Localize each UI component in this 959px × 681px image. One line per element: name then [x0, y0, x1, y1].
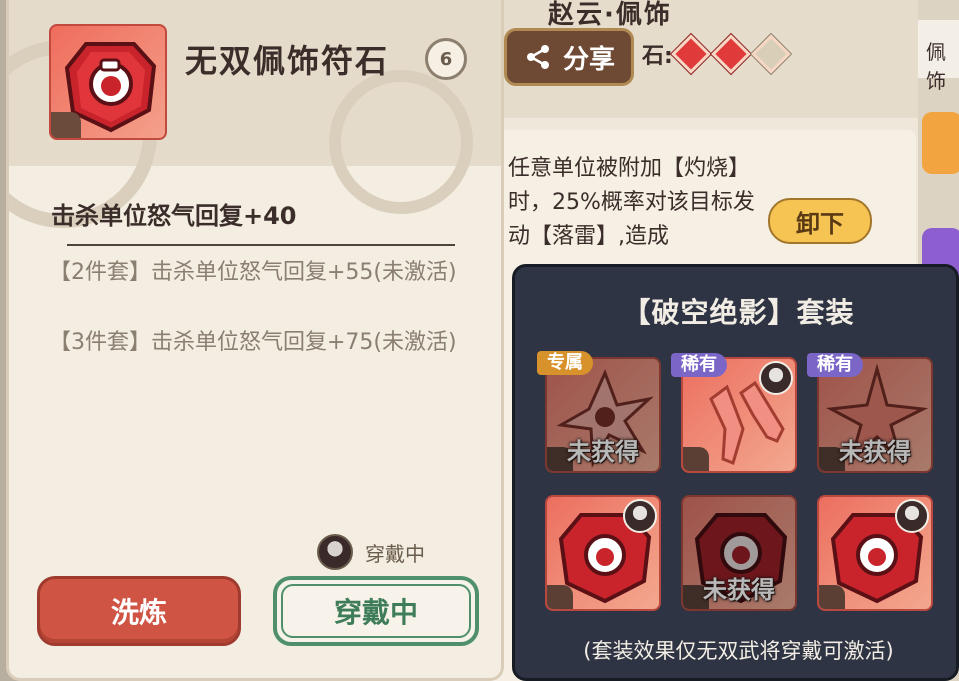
- grey-gem-icon: [751, 34, 791, 74]
- set-piece-5[interactable]: 未获得: [681, 495, 797, 611]
- set-piece-4[interactable]: [545, 495, 661, 611]
- refine-button[interactable]: 洗炼: [37, 576, 241, 646]
- share-icon: [526, 45, 549, 69]
- red-gem-icon: [671, 34, 711, 74]
- piece-status: 未获得: [839, 438, 911, 466]
- set-piece-6[interactable]: [817, 495, 933, 611]
- side-tab-accessory[interactable]: 佩饰: [918, 20, 959, 93]
- lock-level: 6: [439, 48, 453, 70]
- piece-status: 未获得: [567, 438, 639, 466]
- share-button[interactable]: 分享: [504, 28, 634, 86]
- divider: [67, 244, 455, 246]
- fist-badge-icon: [683, 447, 709, 471]
- rare-tag: 稀有: [671, 353, 727, 377]
- lock-icon[interactable]: 6: [425, 38, 467, 80]
- unequip-button[interactable]: 卸下: [768, 198, 872, 244]
- gem-slots: 石:: [642, 34, 791, 74]
- wearing-button[interactable]: 穿戴中: [273, 576, 479, 646]
- background-title: 赵云·佩饰: [548, 0, 672, 30]
- background-description: 任意单位被附加【灼烧】时，25%概率对该目标发动【落雷】,造成: [508, 156, 755, 249]
- avatar: [623, 499, 657, 533]
- avatar: [895, 499, 929, 533]
- item-thumbnail: [49, 24, 167, 140]
- main-stat: 击杀单位怒气回复+40: [51, 202, 297, 230]
- set-bonus-2-piece: 【2件套】击杀单位怒气回复+55(未激活): [49, 260, 457, 285]
- exclusive-tag: 专属: [537, 351, 593, 375]
- gem-prefix: 石:: [642, 44, 673, 69]
- fist-badge-icon: [547, 585, 573, 609]
- wearer-status: 穿戴中: [317, 534, 425, 570]
- fist-badge-icon: [51, 112, 81, 138]
- set-popup: 【破空绝影】套装 未获得 专属 稀有 未获得 稀有 未获得 (套装效果仅无双武将…: [512, 264, 959, 681]
- item-detail-card: 无双佩饰符石 6 击杀单位怒气回复+40 【2件套】击杀单位怒气回复+55(未激…: [6, 0, 504, 681]
- share-label: 分享: [562, 44, 615, 75]
- item-name: 无双佩饰符石: [185, 42, 390, 80]
- set-bonus-3-piece: 【3件套】击杀单位怒气回复+75(未激活): [49, 330, 457, 355]
- avatar: [317, 534, 353, 570]
- wearer-status-label: 穿戴中: [365, 541, 425, 566]
- set-activation-note: (套装效果仅无双武将穿戴可激活): [583, 639, 894, 663]
- fist-badge-icon: [819, 585, 845, 609]
- piece-status: 未获得: [703, 576, 775, 604]
- orange-gem-icon[interactable]: [922, 112, 959, 174]
- set-title: 【破空绝影】套装: [622, 296, 855, 329]
- red-gem-icon: [711, 34, 751, 74]
- avatar: [759, 361, 793, 395]
- rare-tag: 稀有: [807, 353, 863, 377]
